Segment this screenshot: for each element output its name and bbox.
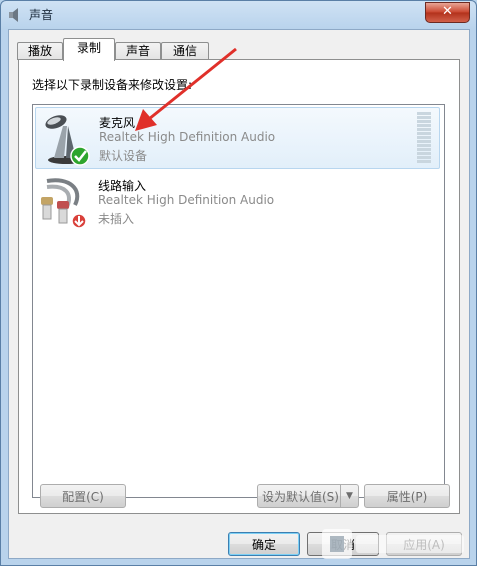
device-item-microphone[interactable]: 麦克风 Realtek High Definition Audio 默认设备: [35, 107, 440, 169]
ok-button[interactable]: 确定: [228, 532, 300, 556]
tab-recording[interactable]: 录制: [63, 38, 115, 61]
chevron-down-icon[interactable]: ▼: [340, 485, 358, 507]
device-status: 未插入: [98, 212, 135, 226]
recording-panel: 选择以下录制设备来修改设置: 麦克风 Realtek High Definiti…: [18, 59, 460, 514]
level-meter: [417, 112, 431, 164]
device-status: 默认设备: [99, 149, 148, 163]
device-name: 线路输入: [98, 179, 147, 193]
properties-button[interactable]: 属性(P): [364, 484, 450, 508]
default-check-icon: [70, 146, 90, 166]
speaker-icon: [9, 8, 18, 22]
line-in-cable-icon: [41, 178, 87, 229]
dialog-client-area: 播放 录制 声音 通信 选择以下录制设备来修改设置: 麦克风 Realtek H…: [8, 29, 470, 559]
microphone-icon: [45, 115, 90, 166]
instruction-text: 选择以下录制设备来修改设置:: [32, 78, 193, 92]
set-default-button[interactable]: 设为默认值(S) ▼: [257, 484, 359, 508]
device-driver: Realtek High Definition Audio: [99, 130, 276, 144]
tab-sounds[interactable]: 声音: [115, 42, 161, 60]
close-button[interactable]: ✕: [425, 2, 470, 23]
configure-button[interactable]: 配置(C): [40, 484, 126, 508]
window-title: 声音: [29, 8, 54, 22]
title-bar[interactable]: 声音 ✕: [1, 1, 476, 29]
device-name: 麦克风: [99, 116, 136, 130]
device-driver: Realtek High Definition Audio: [98, 193, 275, 207]
cancel-button[interactable]: 取消: [307, 532, 379, 556]
apply-button[interactable]: 应用(A): [386, 532, 462, 556]
set-default-label: 设为默认值(S): [262, 490, 339, 504]
tab-communications[interactable]: 通信: [161, 42, 209, 60]
tab-playback[interactable]: 播放: [17, 42, 63, 60]
unplugged-down-arrow-icon: [71, 213, 87, 229]
device-list[interactable]: 麦克风 Realtek High Definition Audio 默认设备 线…: [32, 104, 445, 498]
sound-dialog: 声音 ✕ 播放 录制 声音 通信 选择以下录制设备来修改设置: 麦克风 Real…: [0, 0, 477, 566]
device-item-line-in[interactable]: 线路输入 Realtek High Definition Audio 未插入: [35, 171, 440, 233]
